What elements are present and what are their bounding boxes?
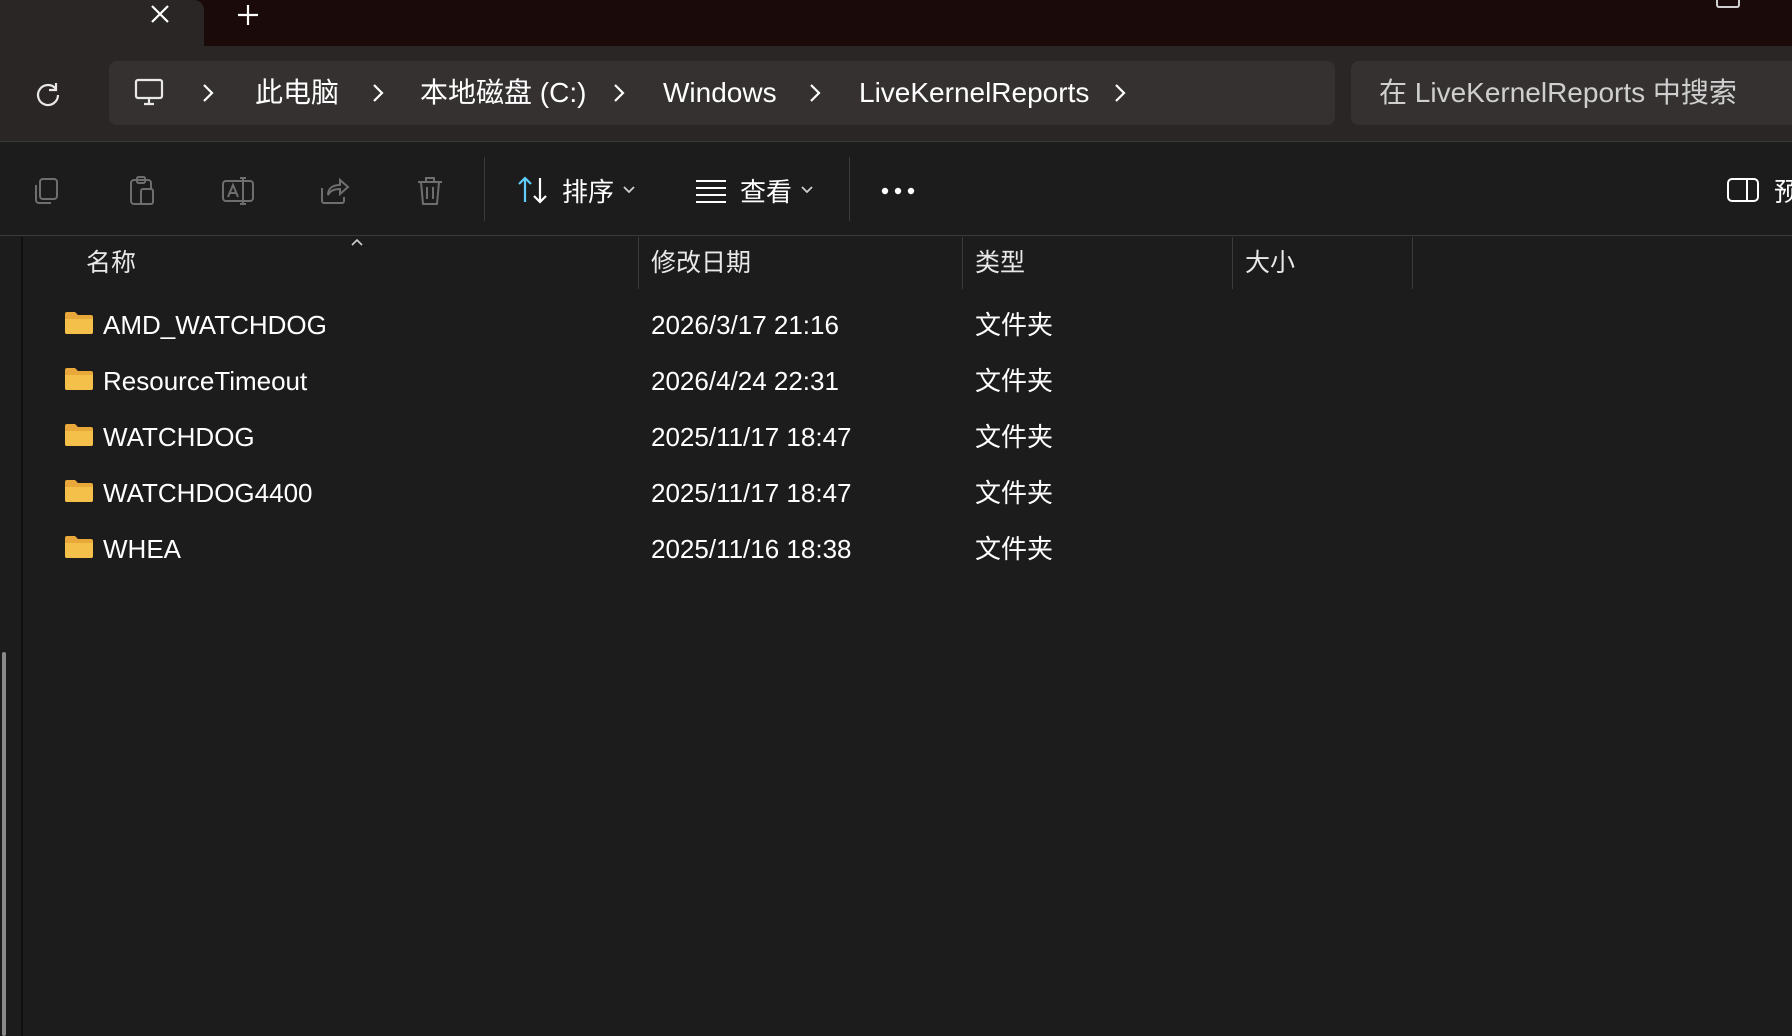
- close-icon[interactable]: [140, 0, 180, 28]
- view-list-icon: [696, 180, 726, 203]
- preview-pane-button[interactable]: 预: [1726, 165, 1792, 215]
- sort-icon: [518, 176, 547, 204]
- table-row[interactable]: WHEA 2025/11/16 18:38 文件夹: [24, 521, 1414, 577]
- paste-icon[interactable]: [120, 169, 164, 213]
- breadcrumb-item-this-pc[interactable]: 此电脑: [255, 73, 339, 113]
- sort-ascending-icon: [351, 238, 363, 246]
- column-header-modified[interactable]: 修改日期: [651, 237, 751, 289]
- share-icon[interactable]: [312, 169, 356, 213]
- chevron-right-icon[interactable]: [364, 79, 392, 107]
- chevron-right-icon[interactable]: [1106, 79, 1134, 107]
- folder-icon: [65, 480, 93, 502]
- file-type: 文件夹: [975, 366, 1054, 396]
- folder-icon: [65, 368, 93, 390]
- file-modified: 2025/11/16 18:38: [651, 534, 852, 564]
- file-modified: 2026/4/24 22:31: [651, 366, 839, 396]
- search-placeholder: 在 LiveKernelReports 中搜索: [1379, 77, 1737, 108]
- file-modified: 2025/11/17 18:47: [651, 478, 852, 508]
- address-row: 此电脑 本地磁盘 (C:) Windows LiveKernelReports …: [0, 46, 1792, 142]
- nav-pane-divider: [21, 237, 23, 1036]
- chevron-down-icon: [801, 186, 813, 194]
- file-type: 文件夹: [975, 534, 1054, 564]
- file-type: 文件夹: [975, 478, 1054, 508]
- more-icon[interactable]: [876, 169, 920, 213]
- plus-icon[interactable]: [228, 0, 268, 30]
- file-name: WHEA: [103, 534, 181, 564]
- file-name: WATCHDOG4400: [103, 478, 313, 508]
- view-label: 查看: [740, 176, 793, 207]
- window-restore-icon[interactable]: [1716, 0, 1740, 8]
- file-name: WATCHDOG: [103, 422, 255, 452]
- toolbar-divider: [849, 157, 850, 221]
- chevron-right-icon[interactable]: [801, 79, 829, 107]
- file-modified: 2026/3/17 21:16: [651, 310, 839, 340]
- table-row[interactable]: ResourceTimeout 2026/4/24 22:31 文件夹: [24, 353, 1414, 409]
- table-row[interactable]: WATCHDOG 2025/11/17 18:47 文件夹: [24, 409, 1414, 465]
- column-header-size[interactable]: 大小: [1245, 237, 1295, 289]
- computer-icon[interactable]: [129, 75, 169, 111]
- column-header-name[interactable]: 名称: [86, 237, 136, 289]
- search-input[interactable]: 在 LiveKernelReports 中搜索: [1351, 61, 1792, 125]
- toolbar-divider: [484, 157, 485, 221]
- column-divider[interactable]: [962, 237, 963, 289]
- view-button[interactable]: 查看: [694, 165, 814, 215]
- delete-icon[interactable]: [408, 169, 452, 213]
- file-list-pane: 名称 修改日期 类型 大小 AMD_WATCHDOG 2026/3/17 21:…: [0, 237, 1792, 1036]
- column-divider[interactable]: [1232, 237, 1233, 289]
- column-divider[interactable]: [1412, 237, 1413, 289]
- sort-button[interactable]: 排序: [516, 165, 636, 215]
- chevron-down-icon: [623, 186, 635, 194]
- file-type: 文件夹: [975, 310, 1054, 340]
- scrollbar[interactable]: [2, 652, 6, 1036]
- preview-pane-icon: [1727, 178, 1759, 202]
- chevron-right-icon[interactable]: [605, 79, 633, 107]
- table-row[interactable]: WATCHDOG4400 2025/11/17 18:47 文件夹: [24, 465, 1414, 521]
- file-name: AMD_WATCHDOG: [103, 310, 327, 340]
- active-tab[interactable]: [0, 0, 204, 46]
- copy-icon[interactable]: [24, 169, 68, 213]
- folder-icon: [65, 424, 93, 446]
- folder-icon: [65, 312, 93, 334]
- tab-strip: [0, 0, 1792, 46]
- breadcrumb-item-local-disk[interactable]: 本地磁盘 (C:): [420, 73, 586, 113]
- rename-icon[interactable]: [216, 169, 260, 213]
- breadcrumb[interactable]: 此电脑 本地磁盘 (C:) Windows LiveKernelReports: [109, 61, 1335, 125]
- file-name: ResourceTimeout: [103, 366, 308, 396]
- folder-icon: [65, 536, 93, 558]
- preview-label: 预: [1774, 176, 1792, 207]
- file-modified: 2025/11/17 18:47: [651, 422, 852, 452]
- breadcrumb-item-windows[interactable]: Windows: [663, 73, 777, 113]
- file-type: 文件夹: [975, 422, 1054, 452]
- column-divider[interactable]: [638, 237, 639, 289]
- refresh-icon[interactable]: [28, 74, 68, 114]
- column-header-type[interactable]: 类型: [975, 237, 1025, 289]
- command-bar: 排序 查看 预: [0, 143, 1792, 236]
- breadcrumb-item-livekernelreports[interactable]: LiveKernelReports: [859, 73, 1089, 113]
- table-row[interactable]: AMD_WATCHDOG 2026/3/17 21:16 文件夹: [24, 297, 1414, 353]
- chevron-right-icon[interactable]: [194, 79, 222, 107]
- sort-label: 排序: [562, 176, 615, 207]
